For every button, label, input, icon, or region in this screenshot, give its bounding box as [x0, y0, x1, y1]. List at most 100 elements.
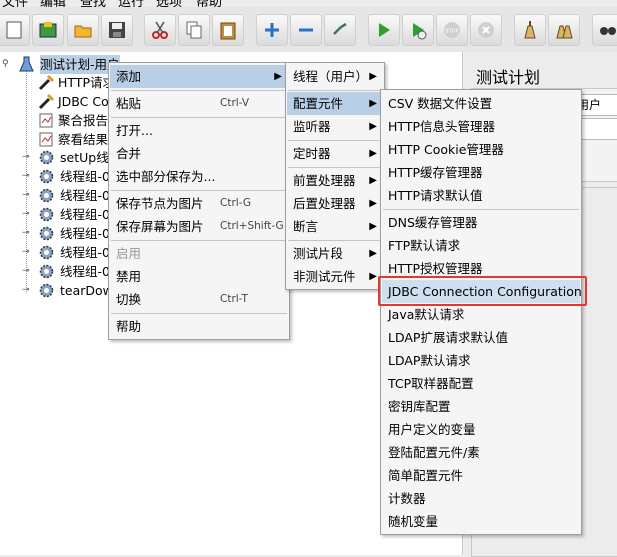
search-button[interactable] [592, 14, 617, 46]
config-item-counter[interactable]: 计数器 [382, 487, 580, 510]
menu-search[interactable]: 查找 [80, 0, 106, 7]
clear-button[interactable] [514, 14, 546, 46]
gear-icon [39, 188, 54, 203]
menu-item-enable[interactable]: 启用 [110, 242, 288, 265]
toolbar: STOP [0, 7, 617, 53]
gear-icon [39, 207, 54, 222]
menu-item-label: 粘贴 [116, 96, 142, 111]
menu-item-label: 线程（用户） [293, 69, 369, 84]
config-item-simple-config[interactable]: 简单配置元件 [382, 464, 580, 487]
menu-item-label: 前置处理器 [293, 173, 356, 188]
node-expander[interactable]: ⊸ [22, 210, 30, 219]
stop-button[interactable]: STOP [436, 14, 468, 46]
tree-node-label: 线程组-0 [60, 245, 110, 260]
node-expander[interactable]: ⊸ [22, 191, 30, 200]
root-expander[interactable]: ⚲ [2, 60, 10, 69]
expand-button[interactable] [256, 14, 288, 46]
new-icon [6, 21, 22, 39]
gear-icon [39, 264, 54, 279]
menu-item-label: 启用 [116, 246, 142, 261]
search-icon [600, 27, 616, 35]
menu-item-disable[interactable]: 禁用 [110, 265, 288, 288]
node-expander[interactable]: ⊸ [22, 229, 30, 238]
config-item-header-manager[interactable]: HTTP信息头管理器 [382, 115, 580, 138]
menu-item-non-test-elements[interactable]: 非测试元件 ▶ [287, 265, 383, 288]
menu-item-add[interactable]: 添加 ▶ [110, 65, 288, 88]
menu-item-label: 禁用 [116, 269, 142, 284]
config-item-request-defaults[interactable]: HTTP请求默认值 [382, 184, 580, 207]
config-item-cookie-manager[interactable]: HTTP Cookie管理器 [382, 138, 580, 161]
copy-icon [186, 21, 202, 39]
menu-item-listener[interactable]: 监听器 ▶ [287, 115, 383, 138]
menu-item-label: 帮助 [116, 319, 142, 334]
menu-file[interactable]: 文件 [2, 0, 28, 7]
gear-icon [39, 245, 54, 260]
tree-node-label: 察看结果 [58, 132, 109, 147]
menu-separator [111, 240, 287, 241]
config-item-user-variables[interactable]: 用户定义的变量 [382, 418, 580, 441]
tree-node-label: 聚合报告 [58, 113, 109, 128]
menu-item-save-screen-image[interactable]: 保存屏幕为图片 Ctrl+Shift-G [110, 215, 288, 238]
config-item-ldap-defaults[interactable]: LDAP默认请求 [382, 349, 580, 372]
config-item-keystore[interactable]: 密钥库配置 [382, 395, 580, 418]
node-expander[interactable]: ⊸ [22, 286, 30, 295]
config-item-login-config[interactable]: 登陆配置元件/素 [382, 441, 580, 464]
menu-item-help[interactable]: 帮助 [110, 315, 288, 338]
menu-item-postprocessor[interactable]: 后置处理器 ▶ [287, 192, 383, 215]
menu-item-save-selection[interactable]: 选中部分保存为... [110, 165, 288, 188]
menu-item-threads[interactable]: 线程（用户） ▶ [287, 65, 383, 88]
chevron-right-icon: ▶ [369, 148, 377, 159]
node-expander[interactable]: ⊸ [22, 248, 30, 257]
open-icon [74, 25, 92, 38]
menu-item-config-element[interactable]: 配置元件 ▶ [287, 92, 383, 115]
config-item-ldap-extended[interactable]: LDAP扩展请求默认值 [382, 326, 580, 349]
menu-edit[interactable]: 编辑 [40, 0, 66, 7]
config-item-tcp-sampler[interactable]: TCP取样器配置 [382, 372, 580, 395]
config-item-random-variable[interactable]: 随机变量 [382, 510, 580, 533]
config-item-ftp-defaults[interactable]: FTP默认请求 [382, 234, 580, 257]
menu-separator [288, 167, 382, 168]
menu-item-open[interactable]: 打开... [110, 119, 288, 142]
templates-button[interactable] [32, 14, 64, 46]
context-menu: 添加 ▶ 粘贴 Ctrl-V 打开... 合并 选中部分保存为... 保存节点为… [108, 62, 290, 340]
config-item-dns-cache[interactable]: DNS缓存管理器 [382, 211, 580, 234]
menu-item-merge[interactable]: 合并 [110, 142, 288, 165]
menu-item-label: 打开... [116, 123, 153, 138]
collapse-button[interactable] [290, 14, 322, 46]
start-no-pause-button[interactable] [402, 14, 434, 46]
config-item-cache-manager[interactable]: HTTP缓存管理器 [382, 161, 580, 184]
node-expander[interactable]: ⊸ [22, 267, 30, 276]
paste-button[interactable] [212, 14, 244, 46]
menu-item-assertion[interactable]: 断言 ▶ [287, 215, 383, 238]
report-icon [39, 113, 53, 128]
toggle-button[interactable] [324, 14, 356, 46]
save-button[interactable] [101, 14, 133, 46]
start-button[interactable] [368, 14, 400, 46]
menu-separator [288, 90, 382, 91]
chevron-right-icon: ▶ [369, 271, 377, 282]
menu-help[interactable]: 帮助 [196, 0, 222, 7]
node-expander[interactable]: ⊸ [22, 153, 30, 162]
tree-node-label: HTTP请求 [58, 75, 115, 90]
new-button[interactable] [0, 14, 30, 46]
shutdown-button[interactable] [470, 14, 502, 46]
node-expander[interactable]: ⊸ [22, 172, 30, 181]
cut-button[interactable] [144, 14, 176, 46]
menu-item-paste[interactable]: 粘贴 Ctrl-V [110, 92, 288, 115]
open-button[interactable] [67, 14, 99, 46]
menu-item-timer[interactable]: 定时器 ▶ [287, 142, 383, 165]
menu-item-preprocessor[interactable]: 前置处理器 ▶ [287, 169, 383, 192]
menu-options[interactable]: 选项 [156, 0, 182, 7]
menu-item-test-fragment[interactable]: 测试片段 ▶ [287, 242, 383, 265]
svg-text:STOP: STOP [445, 29, 458, 35]
menu-run[interactable]: 运行 [118, 0, 144, 7]
menu-separator [111, 313, 287, 314]
copy-button[interactable] [178, 14, 210, 46]
clear-all-button[interactable] [548, 14, 580, 46]
config-item-java-defaults[interactable]: Java默认请求 [382, 303, 580, 326]
menu-item-save-node-image[interactable]: 保存节点为图片 Ctrl-G [110, 192, 288, 215]
start-no-pause-icon [413, 23, 427, 40]
flask-icon [19, 56, 34, 72]
config-item-csv[interactable]: CSV 数据文件设置 [382, 92, 580, 115]
menu-item-toggle[interactable]: 切换 Ctrl-T [110, 288, 288, 311]
